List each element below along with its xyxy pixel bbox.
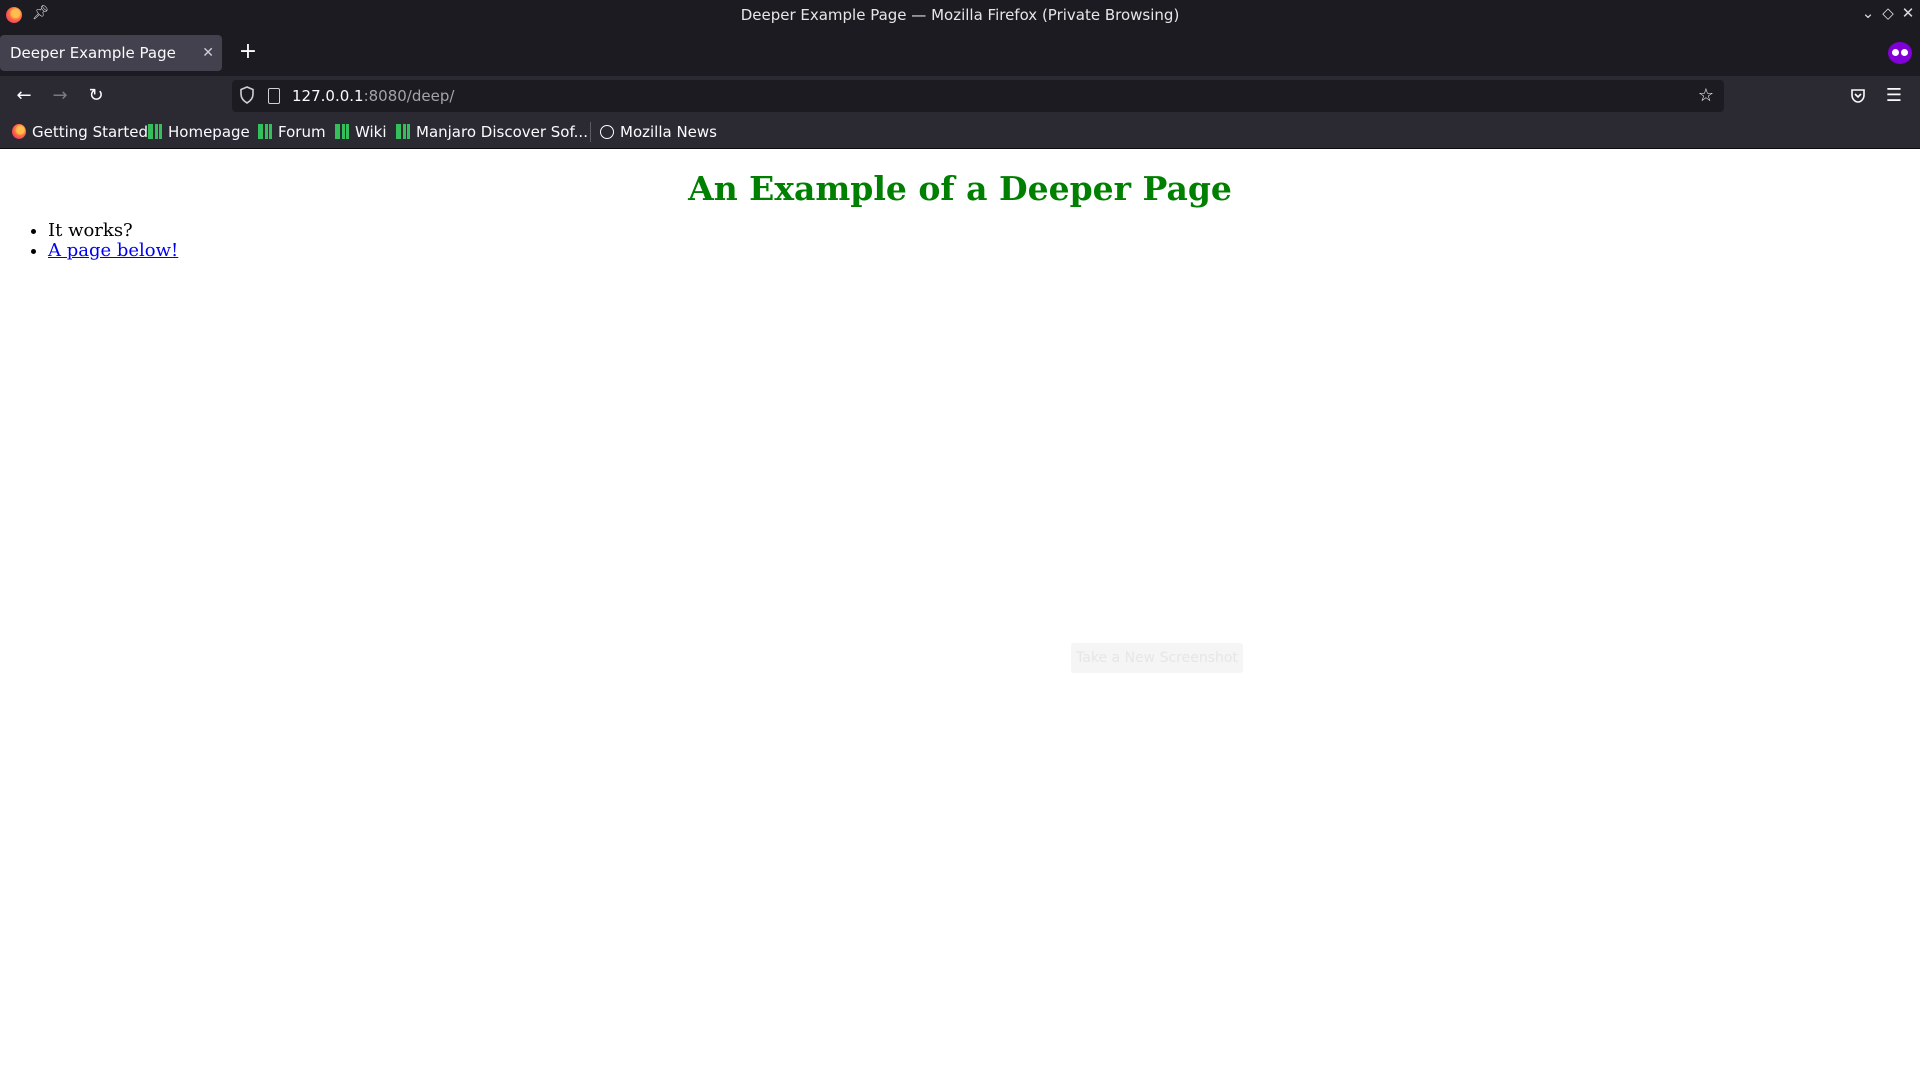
page-below-link[interactable]: A page below! xyxy=(48,240,178,261)
bookmarks-toolbar: Getting Started Homepage Forum Wiki Manj… xyxy=(0,116,1920,149)
window-title: Deeper Example Page — Mozilla Firefox (P… xyxy=(740,6,1180,24)
url-path: :8080/deep/ xyxy=(363,87,455,105)
url-bar[interactable]: 127.0.0.1:8080/deep/ ☆ xyxy=(232,80,1724,112)
bookmark-mozilla-news[interactable]: Mozilla News xyxy=(600,116,717,148)
forward-button[interactable]: → xyxy=(44,80,76,112)
pocket-icon[interactable] xyxy=(1842,80,1874,112)
new-tab-button[interactable]: + xyxy=(234,35,262,71)
bookmark-separator xyxy=(590,122,591,142)
page-info-icon[interactable] xyxy=(268,88,280,104)
page-heading: An Example of a Deeper Page xyxy=(688,169,1232,208)
manjaro-icon xyxy=(148,124,162,139)
minimize-icon[interactable]: ⌄ xyxy=(1858,4,1878,22)
bookmark-forum[interactable]: Forum xyxy=(258,116,326,148)
url-host: 127.0.0.1 xyxy=(292,87,364,105)
bookmark-label: Mozilla News xyxy=(620,123,717,141)
bookmark-star-icon[interactable]: ☆ xyxy=(1698,80,1714,112)
manjaro-icon xyxy=(396,124,410,139)
private-browsing-icon xyxy=(1888,42,1912,64)
tab-strip: Deeper Example Page ✕ + xyxy=(0,30,1920,76)
bookmark-label: Getting Started xyxy=(32,123,148,141)
bookmark-getting-started[interactable]: Getting Started xyxy=(12,116,148,148)
page-list: It works? A page below! xyxy=(8,221,178,261)
maximize-icon[interactable]: ◇ xyxy=(1878,4,1898,22)
tab-label: Deeper Example Page xyxy=(10,44,176,62)
url-text[interactable]: 127.0.0.1:8080/deep/ xyxy=(292,80,454,112)
bookmark-manjaro-discover[interactable]: Manjaro Discover Sof... xyxy=(396,116,588,148)
list-item: It works? xyxy=(48,221,178,241)
tab-deeper-example-page[interactable]: Deeper Example Page ✕ xyxy=(0,35,222,71)
bookmark-label: Homepage xyxy=(168,123,250,141)
window-titlebar: 📌︎ Deeper Example Page — Mozilla Firefox… xyxy=(0,0,1920,30)
manjaro-icon xyxy=(335,124,349,139)
bookmark-wiki[interactable]: Wiki xyxy=(335,116,387,148)
manjaro-icon xyxy=(258,124,272,139)
reload-button[interactable]: ↻ xyxy=(80,80,112,112)
firefox-icon xyxy=(12,124,26,139)
list-item: A page below! xyxy=(48,241,178,261)
nav-toolbar: ← → ↻ 127.0.0.1:8080/deep/ ☆ ☰ xyxy=(0,76,1920,116)
page-content: An Example of a Deeper Page It works? A … xyxy=(0,149,1920,1080)
take-screenshot-button[interactable]: Take a New Screenshot xyxy=(1071,643,1243,673)
bookmark-label: Forum xyxy=(278,123,326,141)
bookmark-homepage[interactable]: Homepage xyxy=(148,116,250,148)
back-button[interactable]: ← xyxy=(8,80,40,112)
close-window-icon[interactable]: ✕ xyxy=(1898,4,1918,22)
menu-hamburger-icon[interactable]: ☰ xyxy=(1878,80,1910,112)
tracking-protection-shield-icon[interactable] xyxy=(240,86,254,104)
bookmark-label: Wiki xyxy=(355,123,387,141)
tab-close-icon[interactable]: ✕ xyxy=(202,35,214,71)
globe-icon xyxy=(600,125,614,139)
bookmark-label: Manjaro Discover Sof... xyxy=(416,123,588,141)
